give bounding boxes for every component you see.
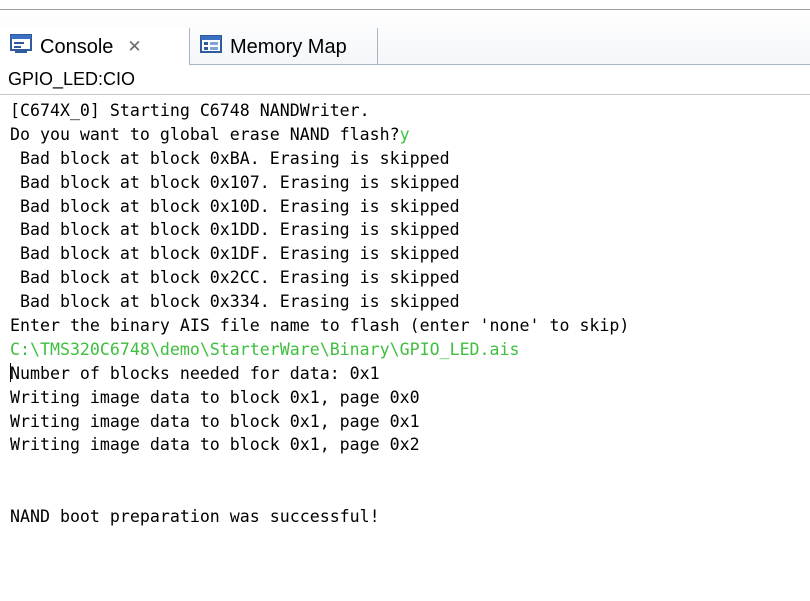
console-line: Bad block at block 0x1DF. Erasing is ski… — [10, 242, 810, 266]
console-line-text: Do you want to global erase NAND flash? — [10, 124, 400, 144]
console-line: Bad block at block 0x10D. Erasing is ski… — [10, 195, 810, 219]
console-line: Bad block at block 0x2CC. Erasing is ski… — [10, 266, 810, 290]
console-line-text: Bad block at block 0x1DD. Erasing is ski… — [10, 220, 460, 240]
console-line-text: NAND boot preparation was successful! — [10, 507, 380, 527]
console-line: Enter the binary AIS file name to flash … — [10, 314, 810, 338]
view-tab-bar: Console ✕ Memory Map — [0, 10, 810, 66]
close-icon[interactable]: ✕ — [127, 37, 141, 57]
tab-memory-map[interactable]: Memory Map — [190, 28, 378, 66]
console-user-input: C:\TMS320C6748\demo\StarterWare\Binary\G… — [10, 339, 520, 359]
window-top-border — [0, 0, 810, 10]
console-title-text: GPIO_LED:CIO — [8, 69, 136, 89]
console-line-text: Bad block at block 0x10D. Erasing is ski… — [10, 196, 460, 216]
console-line-text: Bad block at block 0x2CC. Erasing is ski… — [10, 268, 460, 288]
console-line-text: Bad block at block 0x334. Erasing is ski… — [10, 292, 460, 312]
console-line: Bad block at block 0x334. Erasing is ski… — [10, 290, 810, 314]
console-line: Bad block at block 0x1DD. Erasing is ski… — [10, 218, 810, 242]
console-line: Writing image data to block 0x1, page 0x… — [10, 433, 810, 457]
tab-console[interactable]: Console ✕ — [0, 28, 190, 66]
console-line: C:\TMS320C6748\demo\StarterWare\Binary\G… — [10, 338, 810, 362]
console-line-text: Writing image data to block 0x1, page 0x… — [10, 435, 420, 455]
console-line-text: Bad block at block 0x1DF. Erasing is ski… — [10, 244, 460, 264]
console-line: Do you want to global erase NAND flash?y — [10, 123, 810, 147]
console-line-text: [C674X_0] Starting C6748 NANDWriter. — [10, 101, 370, 120]
console-line: Number of blocks needed for data: 0x1 — [10, 362, 810, 386]
console-line: [C674X_0] Starting C6748 NANDWriter. — [10, 99, 810, 123]
console-line-text: Number of blocks needed for data: 0x1 — [10, 363, 380, 383]
console-line-text: Enter the binary AIS file name to flash … — [10, 316, 630, 336]
console-icon — [10, 34, 32, 60]
console-user-input: y — [399, 124, 410, 144]
console-line-text: Writing image data to block 0x1, page 0x… — [10, 387, 420, 407]
console-line-text: Bad block at block 0x107. Erasing is ski… — [10, 172, 460, 192]
memory-map-icon — [200, 34, 222, 60]
console-line: Bad block at block 0x107. Erasing is ski… — [10, 171, 810, 195]
console-line-text: Bad block at block 0xBA. Erasing is skip… — [10, 148, 450, 168]
console-line-text: Writing image data to block 0x1, page 0x… — [10, 411, 420, 431]
console-title: GPIO_LED:CIO — [0, 65, 810, 95]
console-line: Writing image data to block 0x1, page 0x… — [10, 410, 810, 434]
console-line: Writing image data to block 0x1, page 0x… — [10, 386, 810, 410]
tab-console-label: Console — [40, 35, 114, 58]
console-line: Bad block at block 0xBA. Erasing is skip… — [10, 147, 810, 171]
tab-memory-map-label: Memory Map — [230, 35, 347, 58]
console-output[interactable]: [C674X_0] Starting C6748 NANDWriter. Do y… — [0, 95, 810, 601]
console-line: NAND boot preparation was successful! — [10, 505, 810, 529]
